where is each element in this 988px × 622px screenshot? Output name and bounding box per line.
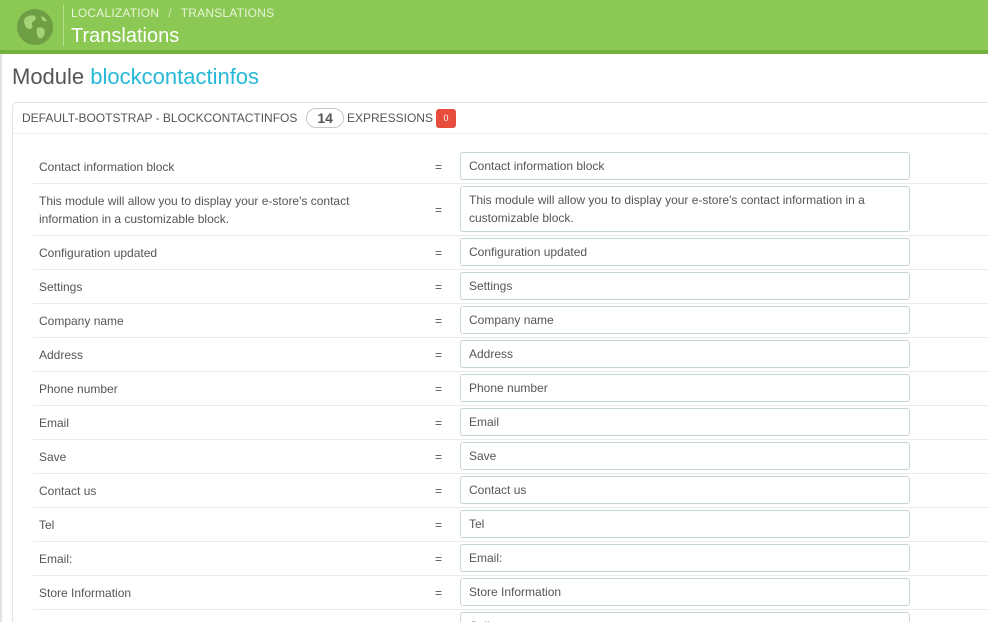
translation-row: Address = Address	[33, 338, 988, 372]
equals-sign: =	[435, 585, 443, 600]
source-string: Call	[39, 610, 399, 622]
page-left-edge	[0, 54, 2, 622]
globe-icon	[17, 9, 53, 45]
translation-rows: Contact information block = Contact info…	[33, 150, 988, 622]
equals-sign: =	[435, 483, 443, 498]
source-string: Email	[39, 415, 70, 430]
translation-input[interactable]: Email	[460, 408, 910, 436]
equals-sign: =	[435, 381, 443, 396]
translation-row: Phone number = Phone number	[33, 372, 988, 406]
translation-row: Call = Call	[33, 610, 988, 622]
source-string: Configuration updated	[39, 245, 158, 260]
source-string: Tel	[39, 517, 55, 532]
source-string: Address	[39, 347, 84, 362]
breadcrumb-translations[interactable]: TRANSLATIONS	[181, 6, 275, 20]
module-heading: Module blockcontactinfos	[12, 64, 259, 90]
top-toolbar: LOCALIZATION / TRANSLATIONS Translations	[0, 0, 988, 50]
translation-input[interactable]: Phone number	[460, 374, 910, 402]
translation-row: Email = Email	[33, 406, 988, 440]
breadcrumb-separator: /	[168, 6, 172, 20]
translation-input[interactable]: Store Information	[460, 578, 910, 606]
translation-textarea[interactable]: This module will allow you to display yo…	[460, 186, 910, 232]
source-string: Save	[39, 449, 67, 464]
translation-input[interactable]: Configuration updated	[460, 238, 910, 266]
translation-row: Contact information block = Contact info…	[33, 150, 988, 184]
module-heading-prefix: Module	[12, 64, 85, 89]
translation-input[interactable]: Settings	[460, 272, 910, 300]
translation-input[interactable]: Call	[460, 612, 910, 622]
equals-sign: =	[435, 313, 443, 328]
translation-input[interactable]: Tel	[460, 510, 910, 538]
toolbar-bottom-border	[0, 50, 988, 54]
source-string: Contact information block	[39, 159, 175, 174]
translation-row: Tel = Tel	[33, 508, 988, 542]
breadcrumb: LOCALIZATION / TRANSLATIONS	[71, 6, 274, 20]
translation-row: Store Information = Store Information	[33, 576, 988, 610]
translation-input[interactable]: Address	[460, 340, 910, 368]
source-string: Company name	[39, 313, 124, 328]
expression-count-badge: 14	[306, 108, 344, 128]
page-title: Translations	[71, 25, 180, 47]
translation-row: Company name = Company name	[33, 304, 988, 338]
equals-sign: =	[435, 551, 443, 566]
breadcrumb-localization[interactable]: LOCALIZATION	[71, 6, 159, 20]
translation-row: Email: = Email:	[33, 542, 988, 576]
translation-input[interactable]: Contact information block	[460, 152, 910, 180]
equals-sign: =	[435, 415, 443, 430]
source-string: Store Information	[39, 585, 132, 600]
equals-sign: =	[435, 347, 443, 362]
translation-input[interactable]: Contact us	[460, 476, 910, 504]
source-string: Contact us	[39, 483, 97, 498]
translation-input[interactable]: Company name	[460, 306, 910, 334]
translation-input[interactable]: Save	[460, 442, 910, 470]
module-name: blockcontactinfos	[90, 64, 260, 89]
translation-row: Settings = Settings	[33, 270, 988, 304]
panel-theme-module: DEFAULT-BOOTSTRAP - BLOCKCONTACTINFOS	[22, 111, 298, 125]
translation-input[interactable]: Email:	[460, 544, 910, 572]
equals-sign: =	[435, 610, 442, 622]
equals-sign: =	[435, 279, 443, 294]
equals-sign: =	[435, 245, 443, 260]
equals-sign: =	[435, 517, 443, 532]
translation-row: Contact us = Contact us	[33, 474, 988, 508]
source-string: This module will allow you to display yo…	[39, 193, 350, 226]
source-string: Email:	[39, 551, 73, 566]
panel-heading: DEFAULT-BOOTSTRAP - BLOCKCONTACTINFOS 14…	[13, 103, 988, 134]
translation-row: Configuration updated = Configuration up…	[33, 236, 988, 270]
equals-sign: =	[435, 159, 443, 174]
missing-translations-badge: 0	[435, 108, 456, 128]
translation-panel: DEFAULT-BOOTSTRAP - BLOCKCONTACTINFOS 14…	[12, 102, 988, 622]
equals-sign: =	[435, 202, 443, 217]
translation-row: This module will allow you to display yo…	[33, 184, 988, 236]
expressions-label: EXPRESSIONS	[346, 111, 433, 125]
translation-row: Save = Save	[33, 440, 988, 474]
source-string: Phone number	[39, 381, 118, 396]
source-string: Settings	[39, 279, 83, 294]
equals-sign: =	[435, 449, 443, 464]
header-divider	[63, 5, 64, 46]
